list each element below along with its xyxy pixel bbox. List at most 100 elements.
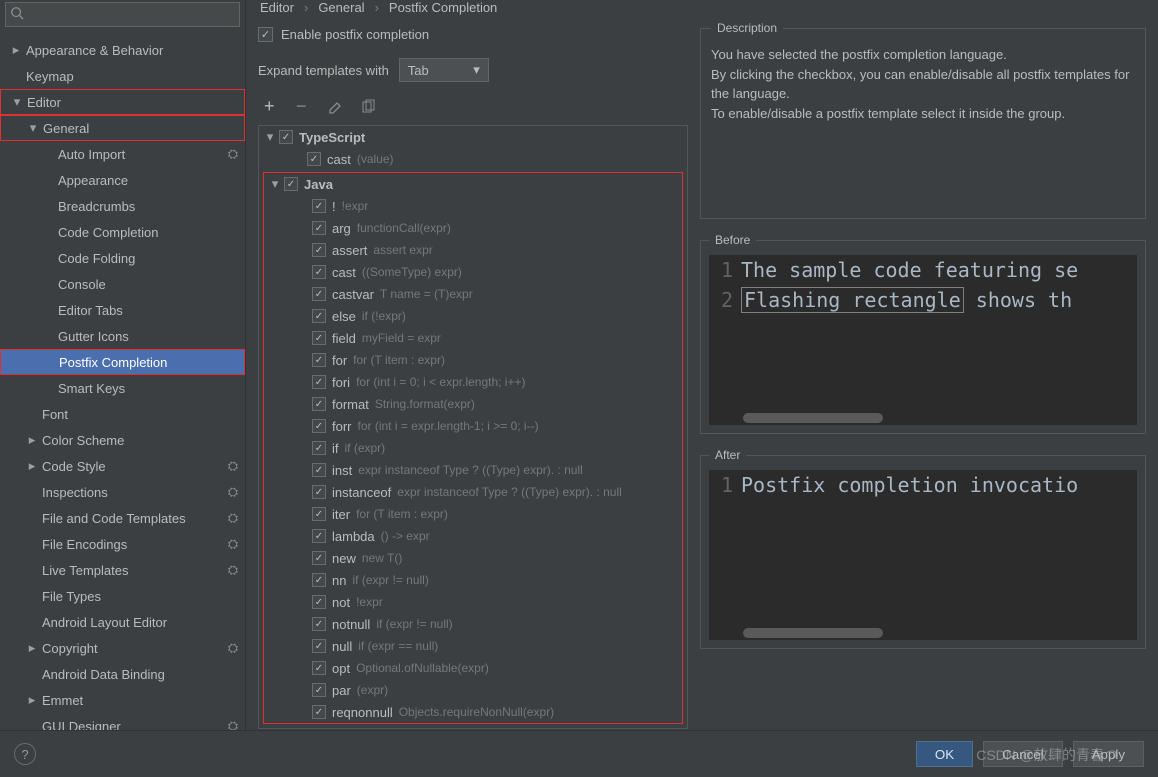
template-group-java[interactable]: ▾Java	[264, 173, 682, 195]
add-icon[interactable]: +	[264, 99, 280, 115]
template-item[interactable]: forifor (int i = 0; i < expr.length; i++…	[264, 371, 682, 393]
template-item[interactable]: formatString.format(expr)	[264, 393, 682, 415]
template-checkbox[interactable]	[312, 529, 326, 543]
line-number: 1	[709, 258, 733, 282]
sidebar-item-android-layout-editor[interactable]: Android Layout Editor	[0, 609, 245, 635]
horizontal-scrollbar[interactable]	[743, 628, 883, 638]
template-checkbox[interactable]	[312, 419, 326, 433]
sidebar-item-code-folding[interactable]: Code Folding	[0, 245, 245, 271]
sidebar-item-file-encodings[interactable]: File Encodings⛭	[0, 531, 245, 557]
sidebar-item-code-style[interactable]: ▸Code Style⛭	[0, 453, 245, 479]
template-checkbox[interactable]	[312, 573, 326, 587]
sidebar-item-auto-import[interactable]: Auto Import⛭	[0, 141, 245, 167]
ok-button[interactable]: OK	[916, 741, 973, 767]
sidebar-item-general[interactable]: ▾General	[0, 115, 245, 141]
template-item[interactable]: elseif (!expr)	[264, 305, 682, 327]
crumb-0[interactable]: Editor	[260, 0, 294, 15]
sidebar-item-live-templates[interactable]: Live Templates⛭	[0, 557, 245, 583]
template-checkbox[interactable]	[312, 441, 326, 455]
sidebar-item-android-data-binding[interactable]: Android Data Binding	[0, 661, 245, 687]
crumb-1[interactable]: General	[318, 0, 364, 15]
sidebar-item-color-scheme[interactable]: ▸Color Scheme	[0, 427, 245, 453]
enable-postfix-row[interactable]: Enable postfix completion	[258, 21, 688, 47]
template-item[interactable]: lambda() -> expr	[264, 525, 682, 547]
template-checkbox[interactable]	[312, 287, 326, 301]
cancel-button[interactable]: Cancel	[983, 741, 1063, 767]
copy-icon[interactable]	[360, 99, 376, 115]
template-item[interactable]: notnullif (expr != null)	[264, 613, 682, 635]
template-checkbox[interactable]	[312, 595, 326, 609]
template-checkbox[interactable]	[312, 617, 326, 631]
template-item[interactable]: nullif (expr == null)	[264, 635, 682, 657]
template-checkbox[interactable]	[312, 397, 326, 411]
sidebar-item-copyright[interactable]: ▸Copyright⛭	[0, 635, 245, 661]
template-item[interactable]: forrfor (int i = expr.length-1; i >= 0; …	[264, 415, 682, 437]
horizontal-scrollbar[interactable]	[743, 413, 883, 423]
template-checkbox[interactable]	[312, 353, 326, 367]
template-checkbox[interactable]	[312, 331, 326, 345]
edit-icon[interactable]	[328, 99, 344, 115]
sidebar-item-font[interactable]: Font	[0, 401, 245, 427]
template-item[interactable]: cast(value)	[259, 148, 687, 170]
sidebar-item-gui-designer[interactable]: GUI Designer⛭	[0, 713, 245, 730]
help-icon[interactable]: ?	[14, 743, 36, 765]
group-checkbox[interactable]	[284, 177, 298, 191]
sidebar-item-breadcrumbs[interactable]: Breadcrumbs	[0, 193, 245, 219]
template-checkbox[interactable]	[312, 485, 326, 499]
sidebar-item-file-types[interactable]: File Types	[0, 583, 245, 609]
expand-templates-select[interactable]: Tab ▾	[399, 58, 489, 82]
template-item[interactable]: nnif (expr != null)	[264, 569, 682, 591]
template-item[interactable]: optOptional.ofNullable(expr)	[264, 657, 682, 679]
template-checkbox[interactable]	[312, 199, 326, 213]
sidebar-item-gutter-icons[interactable]: Gutter Icons	[0, 323, 245, 349]
template-item[interactable]: forfor (T item : expr)	[264, 349, 682, 371]
template-checkbox[interactable]	[312, 639, 326, 653]
sidebar-item-postfix-completion[interactable]: Postfix Completion	[0, 349, 245, 375]
template-checkbox[interactable]	[312, 375, 326, 389]
template-item[interactable]: ifif (expr)	[264, 437, 682, 459]
template-checkbox[interactable]	[307, 152, 321, 166]
template-item[interactable]: iterfor (T item : expr)	[264, 503, 682, 525]
template-item[interactable]: assertassert expr	[264, 239, 682, 261]
template-checkbox[interactable]	[312, 551, 326, 565]
sidebar-item-file-and-code-templates[interactable]: File and Code Templates⛭	[0, 505, 245, 531]
template-item[interactable]: !!expr	[264, 195, 682, 217]
sidebar-item-code-completion[interactable]: Code Completion	[0, 219, 245, 245]
sidebar-item-keymap[interactable]: Keymap	[0, 63, 245, 89]
sidebar-item-emmet[interactable]: ▸Emmet	[0, 687, 245, 713]
sidebar-item-appearance-behavior[interactable]: ▸Appearance & Behavior	[0, 37, 245, 63]
sidebar-item-inspections[interactable]: Inspections⛭	[0, 479, 245, 505]
template-item[interactable]: fieldmyField = expr	[264, 327, 682, 349]
apply-button[interactable]: Apply	[1073, 741, 1144, 767]
template-item[interactable]: par(expr)	[264, 679, 682, 701]
template-item[interactable]: reqnonnullObjects.requireNonNull(expr)	[264, 701, 682, 723]
template-item[interactable]: not!expr	[264, 591, 682, 613]
enable-postfix-checkbox[interactable]	[258, 27, 273, 42]
template-checkbox[interactable]	[312, 265, 326, 279]
sidebar-search[interactable]	[5, 2, 240, 27]
sidebar-item-editor-tabs[interactable]: Editor Tabs	[0, 297, 245, 323]
template-checkbox[interactable]	[312, 309, 326, 323]
template-item[interactable]: castvarT name = (T)expr	[264, 283, 682, 305]
template-checkbox[interactable]	[312, 683, 326, 697]
remove-icon[interactable]: −	[296, 99, 312, 115]
sidebar-item-editor[interactable]: ▾Editor	[0, 89, 245, 115]
template-item[interactable]: newnew T()	[264, 547, 682, 569]
template-item[interactable]: instexpr instanceof Type ? ((Type) expr)…	[264, 459, 682, 481]
template-item[interactable]: cast((SomeType) expr)	[264, 261, 682, 283]
template-checkbox[interactable]	[312, 463, 326, 477]
template-checkbox[interactable]	[312, 221, 326, 235]
template-checkbox[interactable]	[312, 705, 326, 719]
templates-list[interactable]: ▾TypeScriptcast(value) ▾Java!!exprargfunc…	[258, 125, 688, 729]
template-checkbox[interactable]	[312, 661, 326, 675]
sidebar-item-appearance[interactable]: Appearance	[0, 167, 245, 193]
search-input[interactable]	[28, 7, 235, 22]
template-group-typescript[interactable]: ▾TypeScript	[259, 126, 687, 148]
sidebar-item-smart-keys[interactable]: Smart Keys	[0, 375, 245, 401]
template-item[interactable]: argfunctionCall(expr)	[264, 217, 682, 239]
template-item[interactable]: instanceofexpr instanceof Type ? ((Type)…	[264, 481, 682, 503]
group-checkbox[interactable]	[279, 130, 293, 144]
sidebar-item-console[interactable]: Console	[0, 271, 245, 297]
template-checkbox[interactable]	[312, 243, 326, 257]
template-checkbox[interactable]	[312, 507, 326, 521]
